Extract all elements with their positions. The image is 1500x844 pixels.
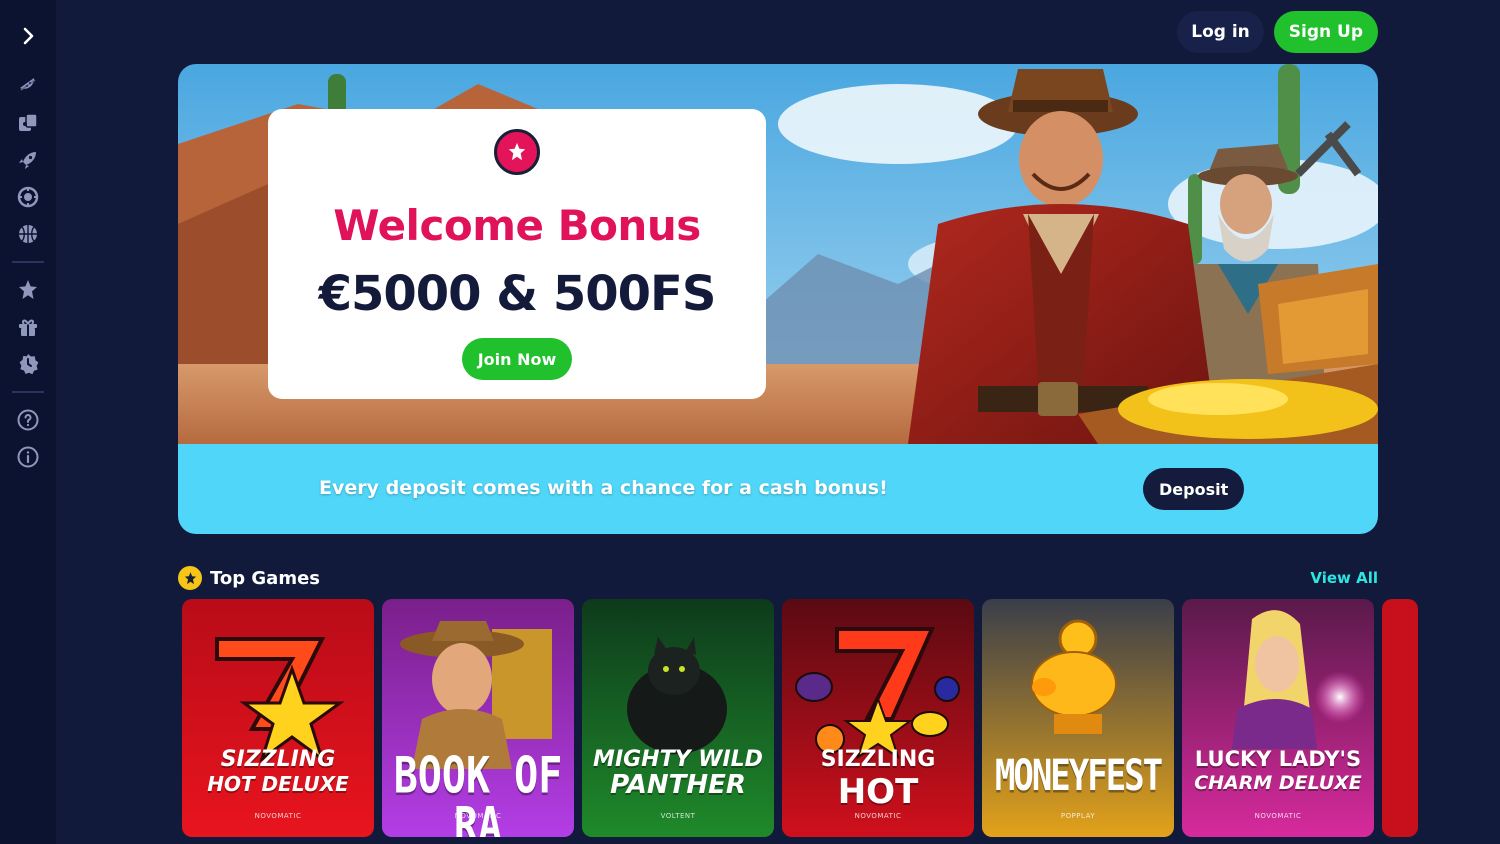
game-provider: NOVOMATIC xyxy=(1254,812,1302,820)
game-card[interactable]: BOOK OF RA NOVOMATIC xyxy=(382,599,574,837)
deposit-button[interactable]: Deposit xyxy=(1143,468,1245,510)
info-icon[interactable] xyxy=(12,441,44,473)
help-icon[interactable] xyxy=(12,404,44,436)
section-title-group: Top Games xyxy=(178,566,320,590)
signup-button[interactable]: Sign Up xyxy=(1273,11,1378,53)
game-artwork xyxy=(582,599,774,837)
casino-cards-icon[interactable] xyxy=(12,107,44,139)
sidebar-divider xyxy=(12,391,44,393)
game-card[interactable]: SIZZLING HOT DELUXE NOVOMATIC xyxy=(182,599,374,837)
game-title-line1: SIZZLING xyxy=(220,747,336,772)
gift-icon[interactable] xyxy=(12,311,44,343)
game-title-line2: HOT xyxy=(837,772,919,812)
sidebar-divider xyxy=(12,261,44,263)
game-provider: NOVOMATIC xyxy=(454,812,502,820)
game-title-line1: LUCKY LADY'S xyxy=(1194,747,1362,771)
game-title-line2: PANTHER xyxy=(610,770,746,800)
sidebar-group-promos xyxy=(12,274,44,380)
star-icon[interactable] xyxy=(12,274,44,306)
chevron-right-icon[interactable] xyxy=(12,20,44,52)
game-artwork xyxy=(1382,599,1418,837)
game-card[interactable]: SIZZLING HOT NOVOMATIC xyxy=(782,599,974,837)
header-actions: Log in Sign Up xyxy=(1177,11,1378,53)
star-icon xyxy=(178,566,202,590)
game-title-line1: MIGHTY WILD xyxy=(593,747,763,772)
top-games-carousel: SIZZLING HOT DELUXE NOVOMATIC BOOK OF RA… xyxy=(182,599,1418,837)
game-artwork xyxy=(182,599,374,837)
top-games-header: Top Games View All xyxy=(178,565,1378,591)
deposit-promo-strip: Every deposit comes with a chance for a … xyxy=(178,444,1378,534)
section-title: Top Games xyxy=(210,567,321,589)
game-provider: NOVOMATIC xyxy=(254,812,302,820)
basketball-icon[interactable] xyxy=(12,218,44,250)
game-provider: NOVOMATIC xyxy=(854,812,902,820)
star-badge-icon xyxy=(494,129,540,175)
game-provider: VOLTENT xyxy=(660,812,696,820)
game-title: MONEYFEST xyxy=(994,751,1163,802)
bonus-title: Welcome Bonus xyxy=(333,201,701,250)
promo-text: Every deposit comes with a chance for a … xyxy=(319,477,888,499)
roulette-icon[interactable] xyxy=(12,181,44,213)
login-button[interactable]: Log in xyxy=(1177,11,1264,53)
game-card[interactable]: MIGHTY WILD PANTHER VOLTENT xyxy=(582,599,774,837)
game-title-line1: SIZZLING xyxy=(820,747,936,772)
clock-badge-icon[interactable] xyxy=(12,348,44,380)
game-title-line2: CHARM DELUXE xyxy=(1194,772,1362,794)
watermelon-icon[interactable] xyxy=(12,70,44,102)
join-now-button[interactable]: Join Now xyxy=(461,338,573,380)
view-all-link[interactable]: View All xyxy=(1310,569,1378,587)
game-provider: POPPLAY xyxy=(1060,812,1096,820)
game-title-line2: HOT DELUXE xyxy=(207,772,349,796)
sidebar xyxy=(0,0,56,844)
game-title: BOOK OF RA xyxy=(393,747,563,837)
sidebar-group-games xyxy=(12,70,44,250)
game-card[interactable]: MONEYFEST POPPLAY xyxy=(982,599,1174,837)
game-card-partial[interactable] xyxy=(1382,599,1418,837)
rocket-icon[interactable] xyxy=(12,144,44,176)
sidebar-group-help xyxy=(12,404,44,473)
bonus-amount: €5000 & 500FS xyxy=(318,266,717,322)
game-card[interactable]: LUCKY LADY'S CHARM DELUXE NOVOMATIC xyxy=(1182,599,1374,837)
welcome-bonus-card: Welcome Bonus €5000 & 500FS Join Now xyxy=(268,109,766,399)
game-artwork xyxy=(1182,599,1374,837)
hero-banner: Welcome Bonus €5000 & 500FS Join Now Eve… xyxy=(178,64,1378,534)
game-artwork xyxy=(982,599,1174,837)
